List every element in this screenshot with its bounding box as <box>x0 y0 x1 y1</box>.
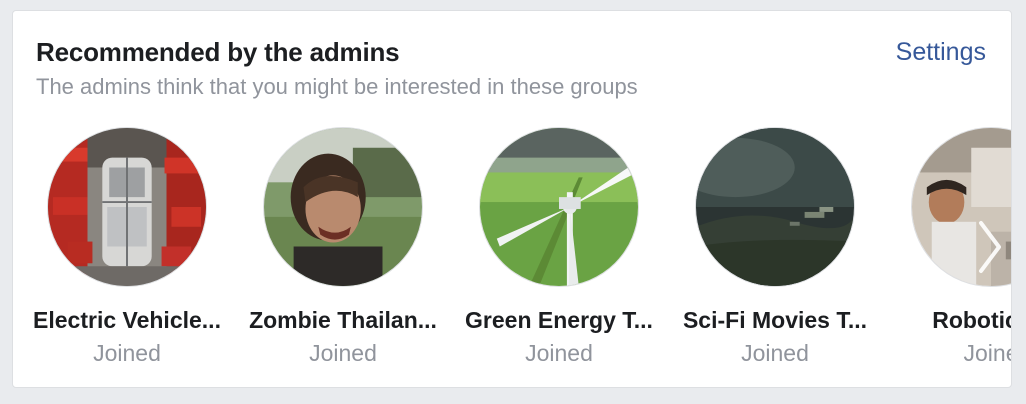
alien-landscape-photo <box>696 128 854 286</box>
groups-carousel: Electric Vehicle... Joined Zombie Thaila… <box>13 127 1012 387</box>
group-card[interactable]: Green Energy T... Joined <box>446 127 662 377</box>
group-name[interactable]: Electric Vehicle... <box>14 307 240 334</box>
group-name[interactable]: Sci-Fi Movies T... <box>662 307 888 334</box>
car-factory-robots-photo <box>48 128 206 286</box>
group-photo[interactable] <box>263 127 423 287</box>
group-card[interactable]: Zombie Thailan... Joined <box>230 127 446 377</box>
group-name[interactable]: Zombie Thailan... <box>230 307 456 334</box>
zombie-man-photo <box>264 128 422 286</box>
group-card[interactable]: Sci-Fi Movies T... Joined <box>662 127 878 377</box>
group-status: Joined <box>525 340 593 366</box>
group-name[interactable]: Green Energy T... <box>446 307 672 334</box>
group-photo[interactable] <box>47 127 207 287</box>
card-title: Recommended by the admins <box>36 37 400 67</box>
group-card[interactable]: Electric Vehicle... Joined <box>14 127 230 377</box>
recommended-groups-card: Recommended by the admins The admins thi… <box>12 10 1012 388</box>
group-status: Joined <box>93 340 161 366</box>
card-subtitle: The admins think that you might be inter… <box>36 74 638 99</box>
group-photo[interactable] <box>479 127 639 287</box>
chevron-right-icon[interactable] <box>975 217 1005 277</box>
group-status: Joined <box>741 340 809 366</box>
group-photo[interactable] <box>695 127 855 287</box>
group-status: Joine <box>963 340 1012 366</box>
wind-turbine-photo <box>480 128 638 286</box>
settings-link[interactable]: Settings <box>896 38 986 67</box>
group-name[interactable]: Robotics a <box>878 307 1011 334</box>
group-status: Joined <box>309 340 377 366</box>
